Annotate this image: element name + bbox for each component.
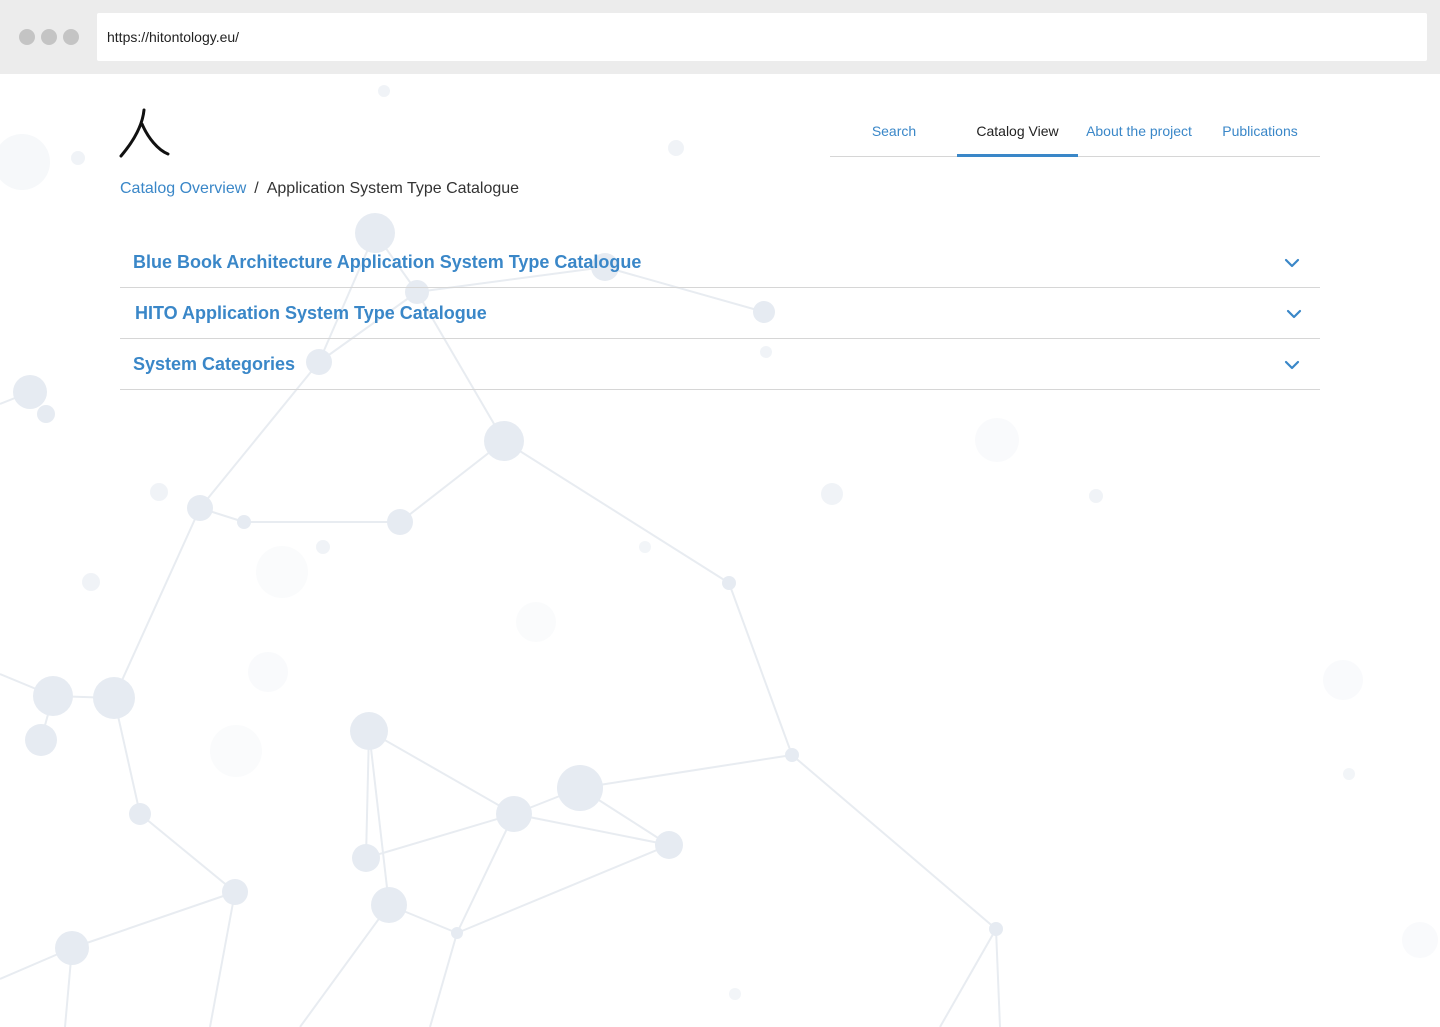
nav-catalog-view[interactable]: Catalog View <box>957 110 1078 157</box>
network-background <box>0 85 1438 1027</box>
window-minimize-dot[interactable] <box>41 29 57 45</box>
accordion-title[interactable]: System Categories <box>133 354 295 375</box>
breadcrumb: Catalog Overview / Application System Type… <box>120 180 519 198</box>
site-logo[interactable] <box>118 106 170 158</box>
breadcrumb-catalog-overview-link[interactable]: Catalog Overview <box>120 180 246 197</box>
catalogue-accordion: Blue Book Architecture Application Syste… <box>120 237 1320 390</box>
accordion-title[interactable]: Blue Book Architecture Application Syste… <box>133 252 641 273</box>
accordion-item-hito[interactable]: HITO Application System Type Catalogue <box>120 288 1320 339</box>
window-maximize-dot[interactable] <box>63 29 79 45</box>
accordion-title[interactable]: HITO Application System Type Catalogue <box>135 303 487 324</box>
breadcrumb-separator: / <box>254 180 259 197</box>
chevron-down-icon[interactable] <box>1284 255 1300 271</box>
chevron-down-icon[interactable] <box>1286 306 1302 322</box>
page-content: Search Catalog View About the project Pu… <box>0 74 1440 1027</box>
main-nav: Search Catalog View About the project Pu… <box>830 110 1320 157</box>
nav-about-project[interactable]: About the project <box>1078 110 1200 156</box>
nav-publications[interactable]: Publications <box>1200 110 1320 156</box>
address-bar[interactable]: https://hitontology.eu/ <box>97 13 1427 61</box>
accordion-item-system-categories[interactable]: System Categories <box>120 339 1320 390</box>
chevron-down-icon[interactable] <box>1284 357 1300 373</box>
breadcrumb-current: Application System Type Catalogue <box>266 180 520 197</box>
nav-search[interactable]: Search <box>830 110 958 156</box>
accordion-item-blue-book[interactable]: Blue Book Architecture Application Syste… <box>120 237 1320 288</box>
window-close-dot[interactable] <box>19 29 35 45</box>
browser-chrome: https://hitontology.eu/ <box>0 0 1440 74</box>
